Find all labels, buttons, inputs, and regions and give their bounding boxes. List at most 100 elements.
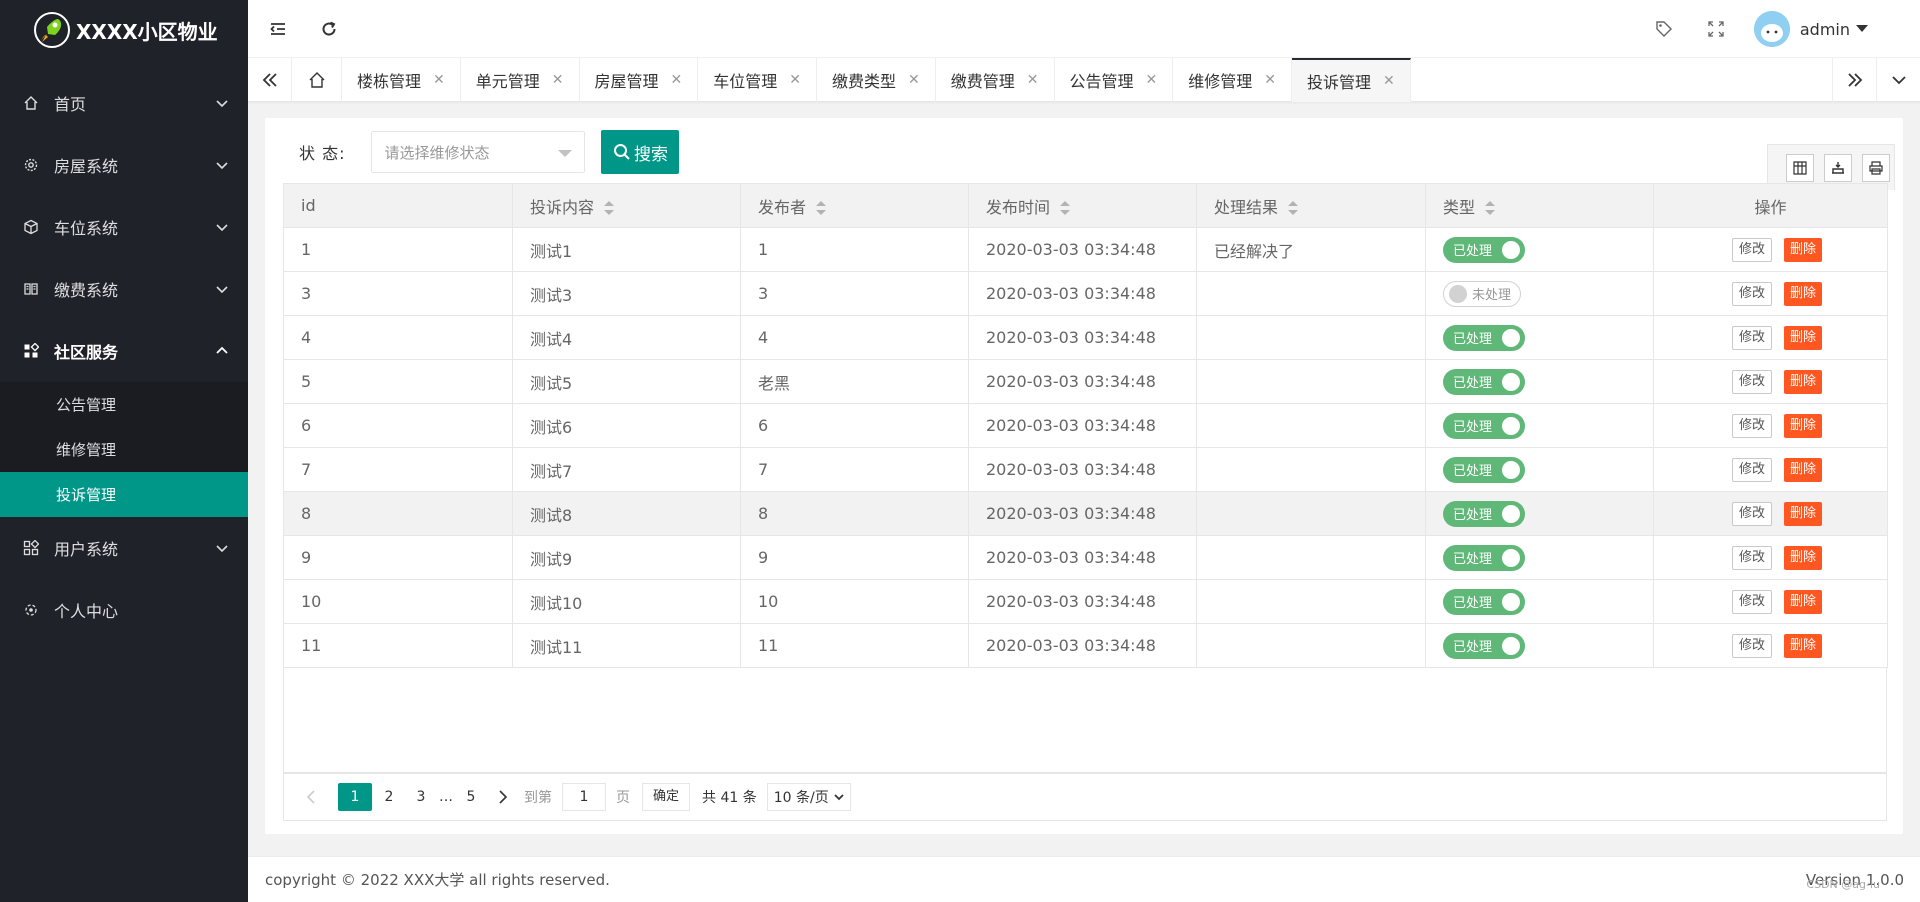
sidebar-item-housing[interactable]: 房屋系统 — [0, 134, 248, 196]
status-select[interactable]: 请选择维修状态 — [371, 131, 586, 173]
export-icon[interactable] — [1824, 153, 1852, 182]
columns-filter-icon[interactable] — [1786, 153, 1814, 182]
tab-scroll-right-icon[interactable] — [1832, 58, 1876, 102]
status-toggle[interactable]: 已处理 — [1443, 500, 1525, 527]
app-logo[interactable]: XXXX小区物业 — [0, 0, 248, 60]
sort-icon[interactable] — [816, 201, 827, 215]
tab-menu-chevron-down-icon[interactable] — [1876, 58, 1920, 102]
sort-icon[interactable] — [1288, 201, 1299, 215]
col-header-publisher[interactable]: 发布者 — [740, 183, 969, 228]
sidebar-item-users[interactable]: 用户系统 — [0, 517, 248, 579]
page-current[interactable]: 1 — [338, 783, 372, 811]
delete-button[interactable]: 删除 — [1784, 589, 1823, 614]
delete-button[interactable]: 删除 — [1784, 457, 1823, 482]
status-toggle[interactable]: 未处理 — [1443, 280, 1521, 307]
tab-fee-type[interactable]: 缴费类型 ✕ — [817, 58, 936, 102]
edit-button[interactable]: 修改 — [1731, 501, 1772, 526]
sidebar-subitem-complaint[interactable]: 投诉管理 — [0, 472, 248, 517]
delete-button[interactable]: 删除 — [1784, 413, 1823, 438]
status-toggle[interactable]: 已处理 — [1443, 368, 1525, 395]
page-size-select[interactable]: 10 条/页 — [766, 783, 851, 811]
tab-notice[interactable]: 公告管理 ✕ — [1055, 58, 1174, 102]
status-toggle[interactable]: 已处理 — [1443, 588, 1525, 615]
goto-confirm-button[interactable]: 确定 — [642, 783, 691, 811]
fullscreen-icon[interactable] — [1701, 14, 1731, 44]
sidebar-item-community[interactable]: 社区服务 — [0, 320, 248, 382]
sidebar-subitem-notice[interactable]: 公告管理 — [0, 382, 248, 427]
delete-button[interactable]: 删除 — [1784, 369, 1823, 394]
tab-building[interactable]: 楼栋管理 ✕ — [342, 58, 461, 102]
edit-button[interactable]: 修改 — [1731, 281, 1772, 306]
tag-icon[interactable] — [1649, 14, 1679, 44]
close-icon[interactable]: ✕ — [908, 72, 920, 88]
menu-fold-icon[interactable] — [263, 14, 293, 44]
close-icon[interactable]: ✕ — [1383, 73, 1395, 89]
tab-unit[interactable]: 单元管理 ✕ — [461, 58, 580, 102]
edit-button[interactable]: 修改 — [1731, 325, 1772, 350]
status-toggle[interactable]: 已处理 — [1443, 632, 1525, 659]
tab-house[interactable]: 房屋管理 ✕ — [580, 58, 699, 102]
close-icon[interactable]: ✕ — [1146, 72, 1158, 88]
edit-button[interactable]: 修改 — [1731, 589, 1772, 614]
close-icon[interactable]: ✕ — [671, 72, 683, 88]
sidebar-item-profile[interactable]: 个人中心 — [0, 579, 248, 641]
edit-button[interactable]: 修改 — [1731, 237, 1772, 262]
status-toggle[interactable]: 已处理 — [1443, 324, 1525, 351]
tab-home[interactable] — [292, 58, 342, 102]
close-icon[interactable]: ✕ — [789, 72, 801, 88]
edit-button[interactable]: 修改 — [1731, 457, 1772, 482]
sort-icon[interactable] — [604, 201, 615, 215]
tab-complaint[interactable]: 投诉管理 ✕ — [1292, 58, 1411, 102]
status-toggle[interactable]: 已处理 — [1443, 544, 1525, 571]
col-header-type[interactable]: 类型 — [1425, 183, 1654, 228]
search-button[interactable]: 搜索 — [601, 130, 680, 174]
status-toggle[interactable]: 已处理 — [1443, 236, 1525, 263]
status-toggle[interactable]: 已处理 — [1443, 456, 1525, 483]
delete-button[interactable]: 删除 — [1784, 545, 1823, 570]
refresh-icon[interactable] — [314, 14, 344, 44]
edit-button[interactable]: 修改 — [1731, 413, 1772, 438]
page-tabs: 楼栋管理 ✕ 单元管理 ✕ 房屋管理 ✕ 车位管理 ✕ 缴费类型 ✕ 缴费管理 ✕ 公告管理… — [248, 58, 1920, 102]
user-menu[interactable]: admin — [1753, 11, 1868, 47]
next-page-icon[interactable] — [488, 783, 518, 811]
sidebar-subitem-repair[interactable]: 维修管理 — [0, 427, 248, 472]
cell-time: 2020-03-03 03:34:48 — [968, 623, 1197, 668]
cell-status: 已处理 — [1425, 579, 1654, 624]
col-header-time[interactable]: 发布时间 — [968, 183, 1197, 228]
tab-fee[interactable]: 缴费管理 ✕ — [936, 58, 1055, 102]
status-toggle[interactable]: 已处理 — [1443, 412, 1525, 439]
close-icon[interactable]: ✕ — [1027, 72, 1039, 88]
tab-repair[interactable]: 维修管理 ✕ — [1173, 58, 1292, 102]
tab-parking[interactable]: 车位管理 ✕ — [698, 58, 817, 102]
sort-icon[interactable] — [1485, 201, 1496, 215]
sort-icon[interactable] — [1060, 201, 1071, 215]
edit-button[interactable]: 修改 — [1731, 369, 1772, 394]
delete-button[interactable]: 删除 — [1784, 501, 1823, 526]
close-icon[interactable]: ✕ — [1264, 72, 1276, 88]
sidebar-item-payment[interactable]: 缴费系统 — [0, 258, 248, 320]
page-link[interactable]: 2 — [374, 783, 404, 811]
delete-button[interactable]: 删除 — [1784, 633, 1823, 658]
sidebar-item-parking[interactable]: 车位系统 — [0, 196, 248, 258]
prev-page-icon[interactable] — [296, 783, 326, 811]
page-link-last[interactable]: 5 — [456, 783, 486, 811]
delete-button[interactable]: 删除 — [1784, 325, 1823, 350]
cell-time: 2020-03-03 03:34:48 — [968, 535, 1197, 580]
print-icon[interactable] — [1862, 153, 1890, 182]
edit-button[interactable]: 修改 — [1731, 633, 1772, 658]
tab-label: 楼栋管理 — [357, 72, 422, 91]
col-header-content[interactable]: 投诉内容 — [512, 183, 741, 228]
page-link[interactable]: 3 — [406, 783, 436, 811]
sidebar-item-home[interactable]: 首页 — [0, 72, 248, 134]
delete-button[interactable]: 删除 — [1784, 281, 1823, 306]
goto-page-input[interactable]: 1 — [562, 783, 606, 811]
close-icon[interactable]: ✕ — [552, 72, 564, 88]
close-icon[interactable]: ✕ — [433, 72, 445, 88]
apps-icon — [22, 539, 40, 557]
cell-publisher: 6 — [740, 403, 969, 448]
edit-button[interactable]: 修改 — [1731, 545, 1772, 570]
delete-button[interactable]: 删除 — [1784, 237, 1823, 262]
tab-scroll-left-icon[interactable] — [248, 58, 292, 102]
col-header-id[interactable]: id — [283, 183, 513, 228]
col-header-result[interactable]: 处理结果 — [1196, 183, 1426, 228]
